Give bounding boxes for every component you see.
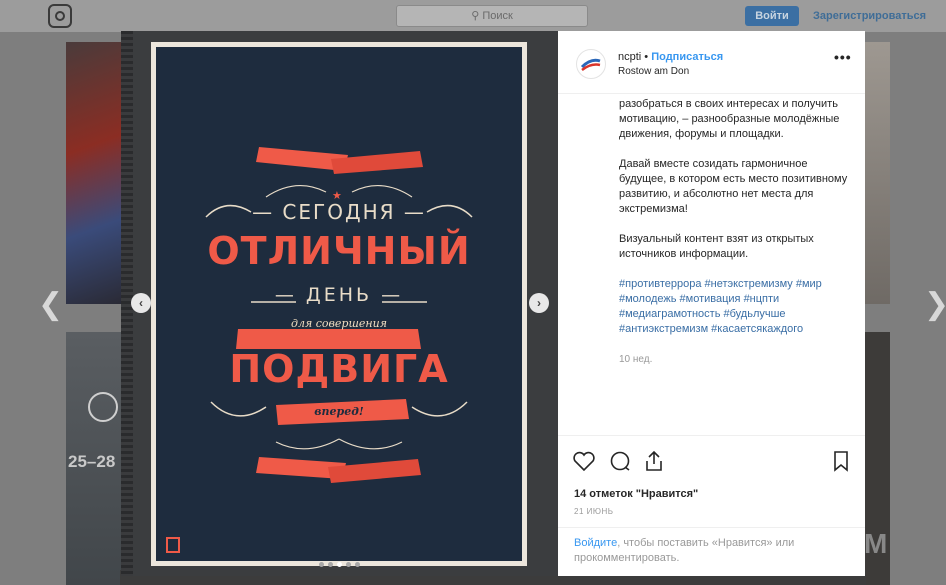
search-icon: ⚲ [471, 10, 483, 22]
grid-photo-tile[interactable] [66, 42, 121, 304]
more-options-icon[interactable]: ••• [834, 49, 852, 65]
carousel-dot [346, 562, 351, 567]
comment-login-prompt: Войдите, чтобы поставить «Нравится» или … [558, 527, 865, 577]
username-link[interactable]: ncpti [618, 51, 641, 63]
login-link[interactable]: Войдите [574, 537, 617, 549]
post-media: ★ — СЕГОДНЯ — ОТЛИЧНЫЙ — ДЕНЬ — для сове… [121, 31, 558, 576]
caption-hashtags[interactable]: #противтеррора #нетэкстремизму #мир #мол… [619, 277, 851, 337]
caption-paragraph: разобраться в своих интересах и получить… [619, 98, 840, 140]
next-post-chevron-right-icon[interactable]: ❯ [924, 290, 946, 320]
carousel-dot [328, 562, 333, 567]
poster-text-line: для совершения [290, 317, 388, 330]
poster-text-line: — СЕГОДНЯ — [252, 200, 426, 224]
previous-post-chevron-left-icon[interactable]: ❮ [38, 290, 63, 320]
poster-text-line: ОТЛИЧНЫЙ [207, 229, 471, 273]
post-author-row: ncpti • Подписаться [618, 51, 723, 63]
caption-paragraph: Визуальный контент взят из открытых исто… [619, 233, 814, 260]
poster-text-line: — ДЕНЬ — [274, 284, 404, 306]
login-button[interactable]: Войти [745, 6, 799, 26]
poster-image: ★ — СЕГОДНЯ — ОТЛИЧНЫЙ — ДЕНЬ — для сове… [156, 47, 522, 561]
poster-brand-logo-icon [166, 537, 180, 553]
post-header: ncpti • Подписаться Rostow am Don ••• [558, 31, 865, 94]
poster-text-line: вперед! [314, 405, 364, 418]
post-actions: 14 отметок "Нравится" 21 ИЮНЬ [558, 435, 865, 528]
location-link[interactable]: Rostow am Don [618, 66, 689, 77]
instagram-logo-icon[interactable] [48, 4, 72, 28]
carousel-dot [355, 562, 360, 567]
spiral-logo-icon [88, 392, 118, 422]
caption-paragraph: Давай вместе созидать гармоничное будуще… [619, 158, 848, 215]
top-navigation-bar: ⚲ Поиск Войти Зарегистрироваться [0, 0, 946, 32]
likes-count[interactable]: 14 отметок "Нравится" [574, 488, 698, 500]
carousel-dot-active [337, 562, 342, 567]
poster-text-line: ПОДВИГА [229, 347, 449, 391]
poster-frame: ★ — СЕГОДНЯ — ОТЛИЧНЫЙ — ДЕНЬ — для сове… [151, 42, 527, 566]
search-input[interactable]: ⚲ Поиск [396, 5, 588, 27]
tile-caption: 25–28 [68, 452, 116, 471]
carousel-next-chevron-right-icon[interactable]: › [529, 293, 549, 313]
tile-caption: M [864, 528, 888, 559]
post-caption: разобраться в своих интересах и получить… [619, 97, 851, 435]
heart-icon[interactable] [572, 450, 596, 472]
carousel-dot [319, 562, 324, 567]
carousel-indicator [121, 554, 558, 572]
carousel-prev-chevron-left-icon[interactable]: ‹ [131, 293, 151, 313]
register-link[interactable]: Зарегистрироваться [813, 10, 926, 22]
post-details-pane: ncpti • Подписаться Rostow am Don ••• ра… [558, 31, 865, 576]
separator: • [641, 51, 652, 63]
share-icon[interactable] [643, 449, 665, 473]
grid-photo-tile[interactable]: 25–28 [66, 332, 121, 585]
comment-icon[interactable] [608, 450, 632, 472]
bookmark-icon[interactable] [831, 449, 851, 473]
grid-photo-tile[interactable] [864, 42, 890, 304]
post-date: 21 ИЮНЬ [574, 507, 614, 516]
avatar[interactable] [576, 49, 606, 79]
search-placeholder: Поиск [482, 10, 513, 22]
post-age[interactable]: 10 нед. [619, 352, 851, 367]
follow-button[interactable]: Подписаться [651, 51, 723, 63]
post-modal: ★ — СЕГОДНЯ — ОТЛИЧНЫЙ — ДЕНЬ — для сове… [121, 31, 865, 576]
ncpti-logo-icon [580, 58, 601, 72]
